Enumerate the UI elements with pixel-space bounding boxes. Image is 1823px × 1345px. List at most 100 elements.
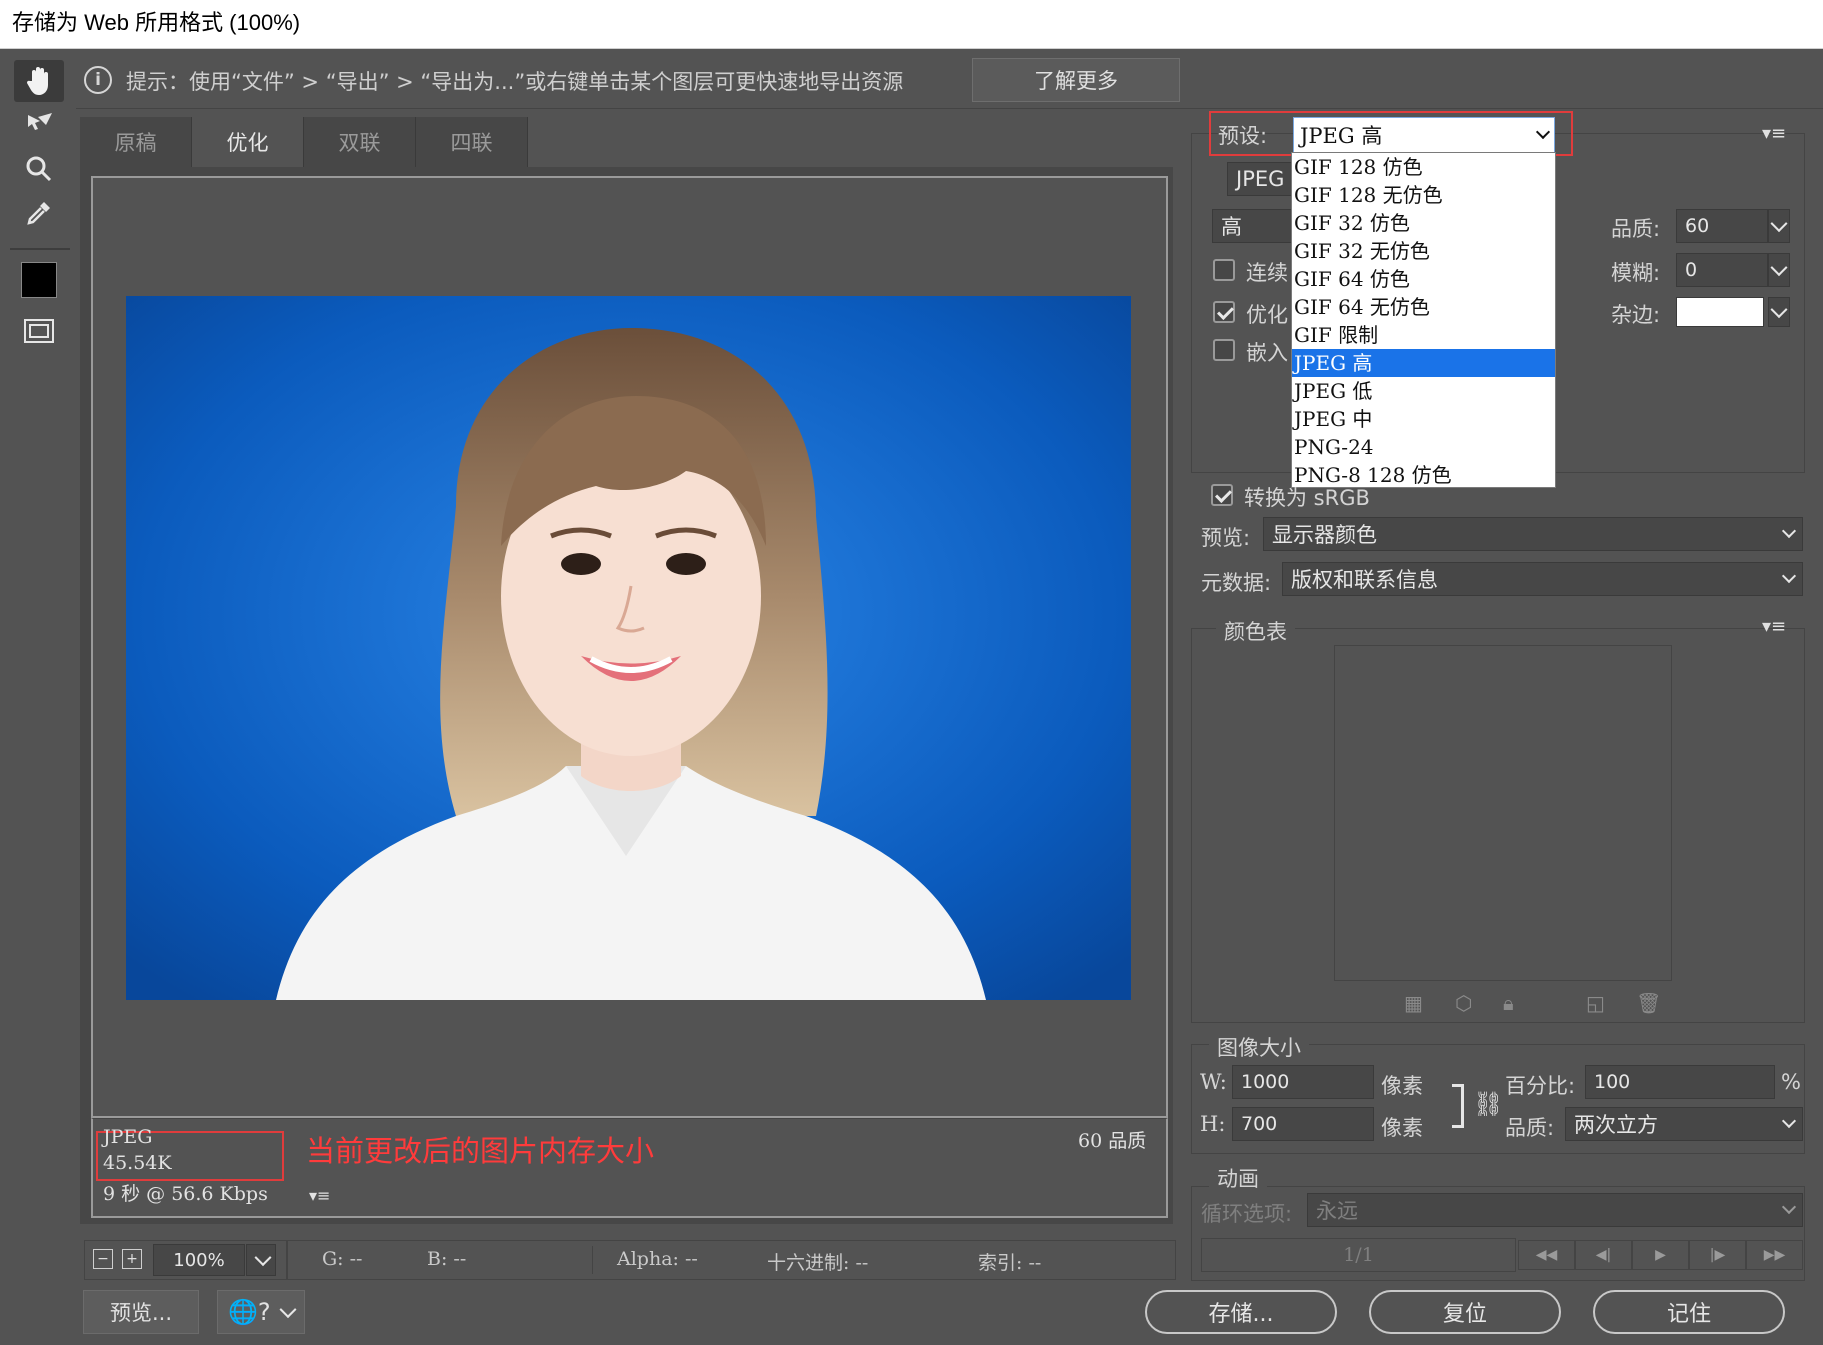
matte-color-swatch[interactable] <box>1676 297 1764 327</box>
save-button[interactable]: 存储... <box>1145 1290 1337 1334</box>
zoom-out-icon[interactable]: − <box>93 1249 113 1269</box>
tab-4up[interactable]: 四联 <box>416 117 528 167</box>
view-tabs: 原稿 优化 双联 四联 <box>80 117 528 167</box>
quality-field[interactable]: 60 <box>1676 209 1768 243</box>
link-icon[interactable]: ⛓︎ <box>1473 1090 1503 1118</box>
globe-question-icon: 🌐? <box>228 1298 271 1326</box>
reset-button[interactable]: 复位 <box>1369 1290 1561 1334</box>
zoom-level-field[interactable]: 100% <box>153 1244 245 1276</box>
tab-optimized[interactable]: 优化 <box>192 117 304 167</box>
preset-option[interactable]: GIF 128 无仿色 <box>1292 181 1555 209</box>
optimized-checkbox[interactable] <box>1213 301 1235 323</box>
progressive-label: 连续 <box>1246 261 1288 285</box>
loop-select[interactable]: 永远 <box>1307 1193 1803 1227</box>
web-snap-cube-icon[interactable]: ⬡ <box>1455 991 1472 1015</box>
resample-quality-select[interactable]: 两次立方 <box>1565 1107 1803 1141</box>
chevron-down-icon <box>279 1301 297 1319</box>
next-frame-icon[interactable]: |▶ <box>1689 1240 1746 1270</box>
prev-frame-icon[interactable]: ◀| <box>1575 1240 1632 1270</box>
format-select[interactable]: JPEG <box>1227 162 1295 196</box>
window-title: 存储为 Web 所用格式 (100%) <box>0 0 1823 49</box>
preset-label: 预设: <box>1218 124 1268 148</box>
preset-select[interactable]: JPEG 高 <box>1293 117 1555 153</box>
optimized-label: 优化 <box>1246 303 1288 327</box>
preset-option[interactable]: GIF 64 仿色 <box>1292 265 1555 293</box>
percent-label: 百分比: <box>1505 1074 1576 1098</box>
preset-option[interactable]: JPEG 低 <box>1292 377 1555 405</box>
eyedropper-tool-icon[interactable] <box>14 192 64 234</box>
width-field[interactable]: 1000 <box>1232 1065 1374 1099</box>
status-divider <box>592 1246 593 1274</box>
preset-option[interactable]: GIF 128 仿色 <box>1292 153 1555 181</box>
animation-title: 动画 <box>1209 1163 1267 1193</box>
blur-field[interactable]: 0 <box>1676 253 1768 287</box>
width-unit: 像素 <box>1381 1074 1423 1098</box>
preset-option[interactable]: PNG-24 <box>1292 433 1555 461</box>
hex-value: 十六进制: -- <box>767 1252 869 1274</box>
convert-srgb-checkbox[interactable] <box>1211 484 1233 506</box>
quality-label: 品质: <box>1611 217 1661 241</box>
zoom-in-icon[interactable]: + <box>122 1249 142 1269</box>
settings-menu-icon[interactable]: ▾≡ <box>1762 123 1786 144</box>
first-frame-icon[interactable]: ◀◀ <box>1518 1240 1575 1270</box>
preset-option[interactable]: GIF 32 无仿色 <box>1292 237 1555 265</box>
preset-option[interactable]: GIF 64 无仿色 <box>1292 293 1555 321</box>
preset-option[interactable]: JPEG 高 <box>1292 349 1555 377</box>
hint-text: 提示：使用“文件” > “导出” > “导出为...”或右键单击某个图层可更快速… <box>126 70 904 94</box>
zoom-dropdown-button[interactable] <box>246 1244 276 1276</box>
chevron-down-icon <box>1770 259 1788 277</box>
info-file-size: 45.54K <box>103 1152 172 1174</box>
info-format: JPEG <box>103 1126 153 1148</box>
height-unit: 像素 <box>1381 1116 1423 1140</box>
quality-dropdown-button[interactable] <box>1768 209 1790 243</box>
tab-original[interactable]: 原稿 <box>80 117 192 167</box>
alpha-value: Alpha: -- <box>617 1248 698 1270</box>
resample-quality-label: 品质: <box>1505 1116 1555 1140</box>
color-table-menu-icon[interactable]: ▾≡ <box>1762 616 1786 637</box>
animation-controls: ◀◀ ◀| ▶ |▶ ▶▶ <box>1518 1240 1803 1270</box>
height-field[interactable]: 700 <box>1232 1107 1374 1141</box>
transparency-map-icon[interactable]: ▦ <box>1404 991 1423 1015</box>
new-color-icon[interactable]: ◱ <box>1586 991 1605 1015</box>
metadata-select[interactable]: 版权和联系信息 <box>1282 562 1803 596</box>
preset-option[interactable]: JPEG 中 <box>1292 405 1555 433</box>
color-table-grid[interactable] <box>1334 645 1672 981</box>
matte-dropdown-button[interactable] <box>1768 297 1790 327</box>
tab-2up[interactable]: 双联 <box>304 117 416 167</box>
image-size-title: 图像大小 <box>1209 1032 1309 1062</box>
play-icon[interactable]: ▶ <box>1632 1240 1689 1270</box>
percent-sign: % <box>1781 1070 1801 1094</box>
progressive-checkbox[interactable] <box>1213 259 1235 281</box>
info-quality: 60 品质 <box>1078 1130 1147 1152</box>
hand-tool-icon[interactable] <box>14 60 64 102</box>
trash-icon[interactable]: 🗑︎ <box>1636 991 1661 1015</box>
embed-profile-label: 嵌入 <box>1246 341 1288 365</box>
preset-option[interactable]: GIF 限制 <box>1292 321 1555 349</box>
preset-option[interactable]: GIF 32 仿色 <box>1292 209 1555 237</box>
eyedropper-color-swatch[interactable] <box>21 262 57 298</box>
zoom-tool-icon[interactable] <box>14 148 64 190</box>
chevron-down-icon <box>1770 301 1788 319</box>
percent-field[interactable]: 100 <box>1585 1065 1775 1099</box>
preview-button[interactable]: 预览... <box>83 1290 199 1334</box>
blur-dropdown-button[interactable] <box>1768 253 1790 287</box>
index-value: 索引: -- <box>978 1252 1042 1274</box>
embed-profile-checkbox[interactable] <box>1213 339 1235 361</box>
color-table-title: 颜色表 <box>1216 616 1295 646</box>
portrait-image[interactable] <box>126 296 1131 1000</box>
slice-select-tool-icon[interactable] <box>14 104 64 146</box>
preset-dropdown-list: GIF 128 仿色 GIF 128 无仿色 GIF 32 仿色 GIF 32 无仿色… <box>1291 152 1556 488</box>
browser-preview-button[interactable]: 🌐? <box>217 1290 305 1334</box>
convert-srgb-label: 转换为 sRGB <box>1244 486 1370 510</box>
quality-level-select[interactable]: 高 <box>1212 209 1296 243</box>
learn-more-button[interactable]: 了解更多 <box>972 58 1180 102</box>
info-menu-icon[interactable]: ▾≡ <box>309 1186 330 1205</box>
chevron-down-icon <box>1770 215 1788 233</box>
lock-icon[interactable]: 🔒︎ <box>1503 991 1514 1015</box>
annotation-text: 当前更改后的图片内存大小 <box>306 1134 655 1168</box>
remember-button[interactable]: 记住 <box>1593 1290 1785 1334</box>
frame-counter: 1/1 <box>1201 1238 1516 1272</box>
preview-color-select[interactable]: 显示器颜色 <box>1263 517 1803 551</box>
last-frame-icon[interactable]: ▶▶ <box>1746 1240 1803 1270</box>
toggle-slices-icon[interactable] <box>14 310 64 352</box>
